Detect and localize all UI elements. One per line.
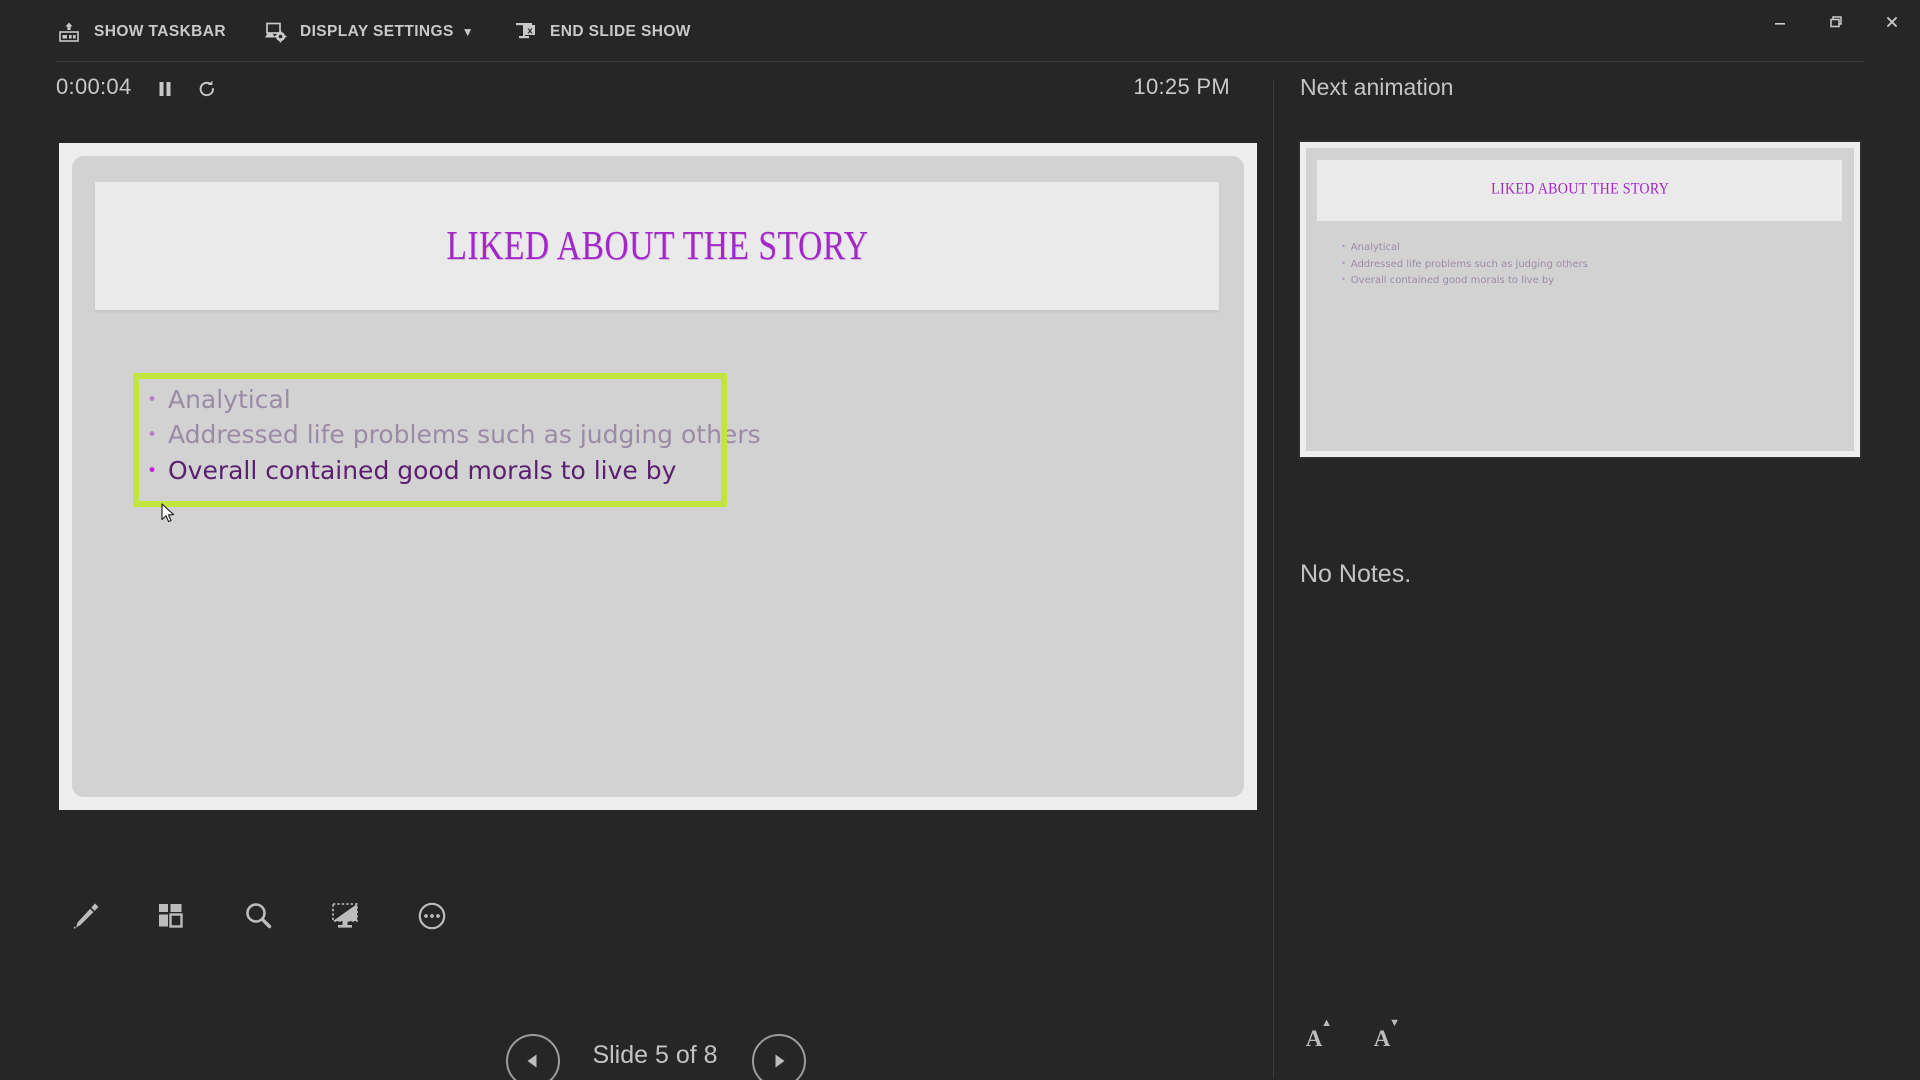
thumbnail-body-placeholder: • Analytical • Addressed life problems s… xyxy=(1341,240,1588,290)
font-glyph: A xyxy=(1305,1026,1323,1051)
thumbnail-bullet-text: Addressed life problems such as judging … xyxy=(1350,258,1588,270)
show-taskbar-button[interactable]: SHOW TASKBAR xyxy=(56,12,226,52)
next-slide-button[interactable] xyxy=(752,1034,806,1080)
thumbnail-title-placeholder: LIKED ABOUT THE STORY xyxy=(1316,160,1843,221)
increase-font-size-button[interactable]: A ▲ xyxy=(1295,1012,1333,1051)
more-options-icon[interactable] xyxy=(404,888,460,944)
thumbnail-bullet: • Overall contained good morals to live … xyxy=(1341,273,1588,290)
close-button[interactable] xyxy=(1864,0,1920,44)
timer-row: 0:00:04 10:25 PM xyxy=(0,62,1272,120)
right-panel: Next animation LIKED ABOUT THE STORY • A… xyxy=(1274,62,1920,1080)
pause-timer-button[interactable] xyxy=(148,72,182,106)
thumbnail-bullet-text: Analytical xyxy=(1350,242,1400,254)
caret-down-icon: ▼ xyxy=(1389,1017,1400,1029)
end-slide-show-button[interactable]: x END SLIDE SHOW xyxy=(512,12,691,52)
presenter-top-command-bar: SHOW TASKBAR DISPLAY SETTINGS ▼ x END SL… xyxy=(0,0,1920,62)
restore-button[interactable] xyxy=(1808,0,1864,44)
previous-slide-button[interactable] xyxy=(506,1034,560,1080)
elapsed-timer: 0:00:04 xyxy=(56,74,132,99)
display-settings-button[interactable]: DISPLAY SETTINGS ▼ xyxy=(262,12,474,52)
reset-timer-button[interactable] xyxy=(190,72,224,106)
current-slide[interactable]: LIKED ABOUT THE STORY • Analytical • Add… xyxy=(59,143,1257,810)
slide-title: LIKED ABOUT THE STORY xyxy=(446,221,869,268)
black-screen-icon[interactable] xyxy=(317,888,373,944)
thumbnail-title: LIKED ABOUT THE STORY xyxy=(1490,180,1669,198)
decrease-font-size-button[interactable]: A ▼ xyxy=(1363,1012,1401,1051)
slide-navigation: Slide 5 of 8 xyxy=(0,1034,1272,1080)
selection-outline[interactable] xyxy=(132,372,728,508)
slide-title-placeholder: LIKED ABOUT THE STORY xyxy=(95,181,1220,310)
end-slide-show-label: END SLIDE SHOW xyxy=(550,23,691,40)
show-taskbar-label: SHOW TASKBAR xyxy=(94,23,226,40)
svg-text:x: x xyxy=(527,26,533,37)
slide-counter-label: Slide 5 of 8 xyxy=(592,1041,718,1069)
main-panel: 0:00:04 10:25 PM LIKED ABOUT THE STORY •… xyxy=(0,62,1272,1080)
thumbnail-bullet: • Addressed life problems such as judgin… xyxy=(1341,257,1588,274)
thumbnail-bullet-text: Overall contained good morals to live by xyxy=(1350,275,1555,287)
zoom-icon[interactable] xyxy=(230,888,286,944)
current-time: 10:25 PM xyxy=(1133,74,1230,99)
all-slides-icon[interactable] xyxy=(143,888,199,944)
slide-canvas: LIKED ABOUT THE STORY • Analytical • Add… xyxy=(72,156,1244,797)
presenter-view-window: SHOW TASKBAR DISPLAY SETTINGS ▼ x END SL… xyxy=(0,0,1920,1080)
next-animation-label: Next animation xyxy=(1300,74,1454,100)
next-slide-thumbnail[interactable]: LIKED ABOUT THE STORY • Analytical • Add… xyxy=(1298,140,1862,459)
bullet-dot-icon: • xyxy=(1341,275,1346,285)
presenter-tools xyxy=(56,888,460,944)
thumbnail-bullet: • Analytical xyxy=(1341,240,1588,257)
window-controls xyxy=(1752,0,1920,44)
mouse-cursor xyxy=(161,503,177,525)
thumbnail-canvas: LIKED ABOUT THE STORY • Analytical • Add… xyxy=(1306,148,1854,451)
bullet-dot-icon: • xyxy=(1341,242,1346,252)
end-slide-show-icon: x xyxy=(512,19,538,45)
caret-up-icon: ▲ xyxy=(1321,1017,1332,1029)
bullet-dot-icon: • xyxy=(1341,258,1346,268)
minimize-button[interactable] xyxy=(1752,0,1808,44)
notes-font-controls: A ▲ A ▼ xyxy=(1295,1012,1401,1051)
display-settings-label: DISPLAY SETTINGS xyxy=(300,23,454,40)
chevron-down-icon: ▼ xyxy=(461,25,474,39)
taskbar-icon xyxy=(56,19,82,45)
notes-text: No Notes. xyxy=(1300,560,1412,588)
font-glyph: A xyxy=(1373,1026,1391,1051)
display-settings-icon xyxy=(262,19,288,45)
pen-icon[interactable] xyxy=(56,888,112,944)
